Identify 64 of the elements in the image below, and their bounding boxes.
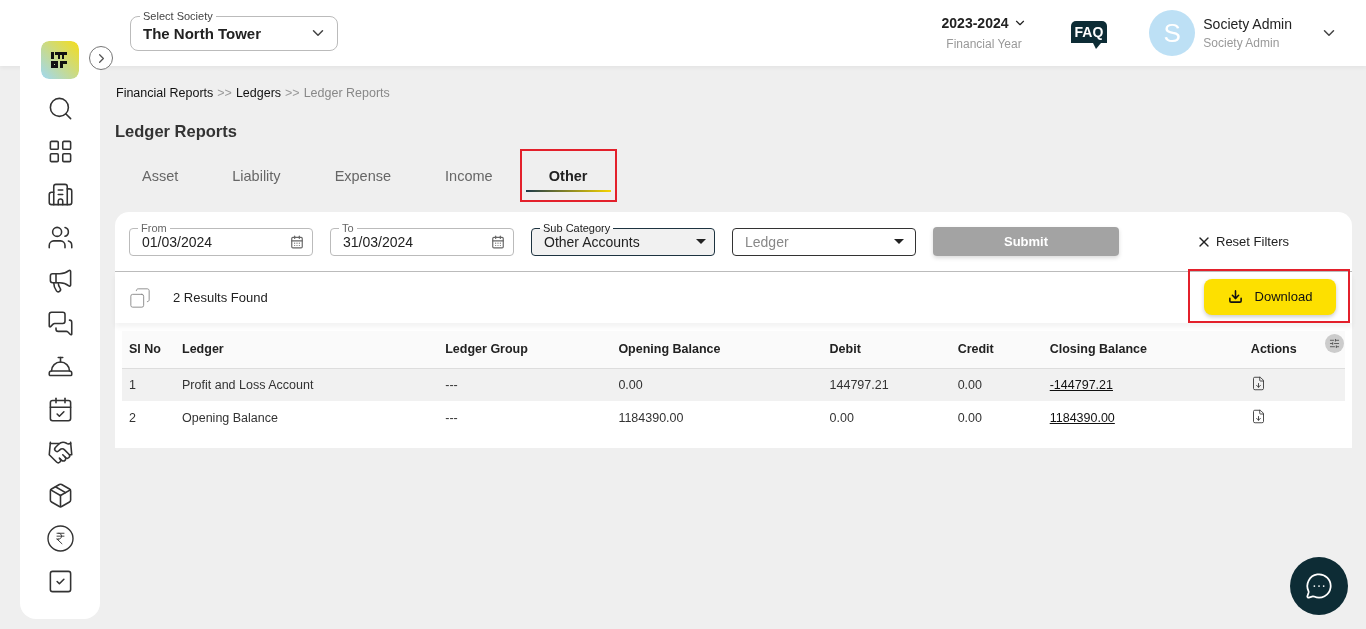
breadcrumb-separator: >> — [217, 86, 232, 100]
table-cell: --- — [445, 410, 458, 425]
date-value: 31/03/2024 — [343, 233, 414, 250]
tab[interactable]: Income — [418, 149, 520, 202]
tab[interactable]: Expense — [307, 149, 419, 202]
column-header: Opening Balance — [611, 331, 823, 368]
faq-button[interactable]: FAQ — [1070, 21, 1108, 49]
ledger-select[interactable]: Ledger — [732, 227, 916, 256]
caret-icon — [696, 239, 706, 244]
table-cell: Opening Balance — [182, 410, 278, 425]
tab[interactable]: Asset — [115, 149, 206, 202]
date-field-label: To — [339, 221, 357, 234]
logo-icon[interactable] — [41, 41, 79, 79]
people-icon[interactable] — [46, 224, 74, 251]
column-header: Debit — [822, 331, 951, 368]
building-icon[interactable] — [46, 181, 74, 208]
breadcrumb-link[interactable]: Ledgers — [235, 86, 282, 100]
chat-button[interactable] — [1290, 557, 1348, 615]
column-header: Sl No — [122, 331, 176, 368]
chat-icon — [1305, 572, 1333, 600]
closing-balance-link[interactable]: -144797.21 — [1049, 377, 1113, 392]
column-header: Ledger — [175, 331, 439, 368]
table-cell: 0.00 — [957, 377, 982, 392]
chat-bubbles-icon[interactable] — [46, 310, 74, 337]
closing-balance-link[interactable]: 1184390.00 — [1049, 410, 1115, 425]
results-count: 2 Results Found — [173, 290, 268, 305]
breadcrumb-separator: >> — [285, 86, 300, 100]
download-icon — [1227, 289, 1243, 304]
user-name: Society Admin — [1203, 16, 1292, 32]
financial-year-label: Financial Year — [946, 37, 1022, 51]
caret-icon — [894, 239, 904, 244]
file-download-icon[interactable] — [1250, 408, 1266, 424]
column-header: Ledger Group — [438, 331, 612, 368]
calendar-icon[interactable] — [290, 234, 304, 249]
sub-category-value: Other Accounts — [544, 233, 640, 250]
reset-filters-button[interactable]: Reset Filters — [1196, 233, 1289, 250]
tab[interactable]: Other — [519, 149, 617, 202]
date-field-label: From — [138, 221, 170, 234]
column-header: Actions — [1243, 331, 1345, 368]
date-value: 01/03/2024 — [142, 233, 213, 250]
financial-year-select[interactable]: 2023-2024 — [941, 15, 1027, 31]
table-cell: Profit and Loss Account — [182, 377, 314, 392]
page-title: Ledger Reports — [115, 122, 238, 141]
table-cell: 1 — [129, 377, 136, 392]
download-button[interactable]: Download — [1204, 278, 1336, 315]
sub-category-label: Sub Category — [540, 221, 614, 234]
table-cell: 144797.21 — [829, 377, 889, 392]
society-select-value: The North Tower — [143, 24, 262, 42]
column-header: Closing Balance — [1042, 331, 1244, 368]
user-role: Society Admin — [1203, 36, 1281, 50]
table-cell: 0.00 — [957, 410, 982, 425]
column-header: Credit — [950, 331, 1043, 368]
breadcrumb-link[interactable]: Financial Reports — [116, 86, 214, 100]
file-download-icon[interactable] — [1250, 375, 1266, 391]
handshake-icon[interactable] — [46, 439, 74, 466]
calendar-icon[interactable] — [491, 234, 505, 249]
tab[interactable]: Liability — [205, 149, 308, 202]
table-cell: 0.00 — [829, 410, 854, 425]
speech-tail-icon — [1093, 43, 1102, 49]
table-cell: 1184390.00 — [618, 410, 684, 425]
table-cell: 0.00 — [618, 377, 643, 392]
rupee-icon[interactable] — [46, 525, 74, 552]
table-cell: --- — [445, 377, 458, 392]
table-cell: 2 — [129, 410, 136, 425]
